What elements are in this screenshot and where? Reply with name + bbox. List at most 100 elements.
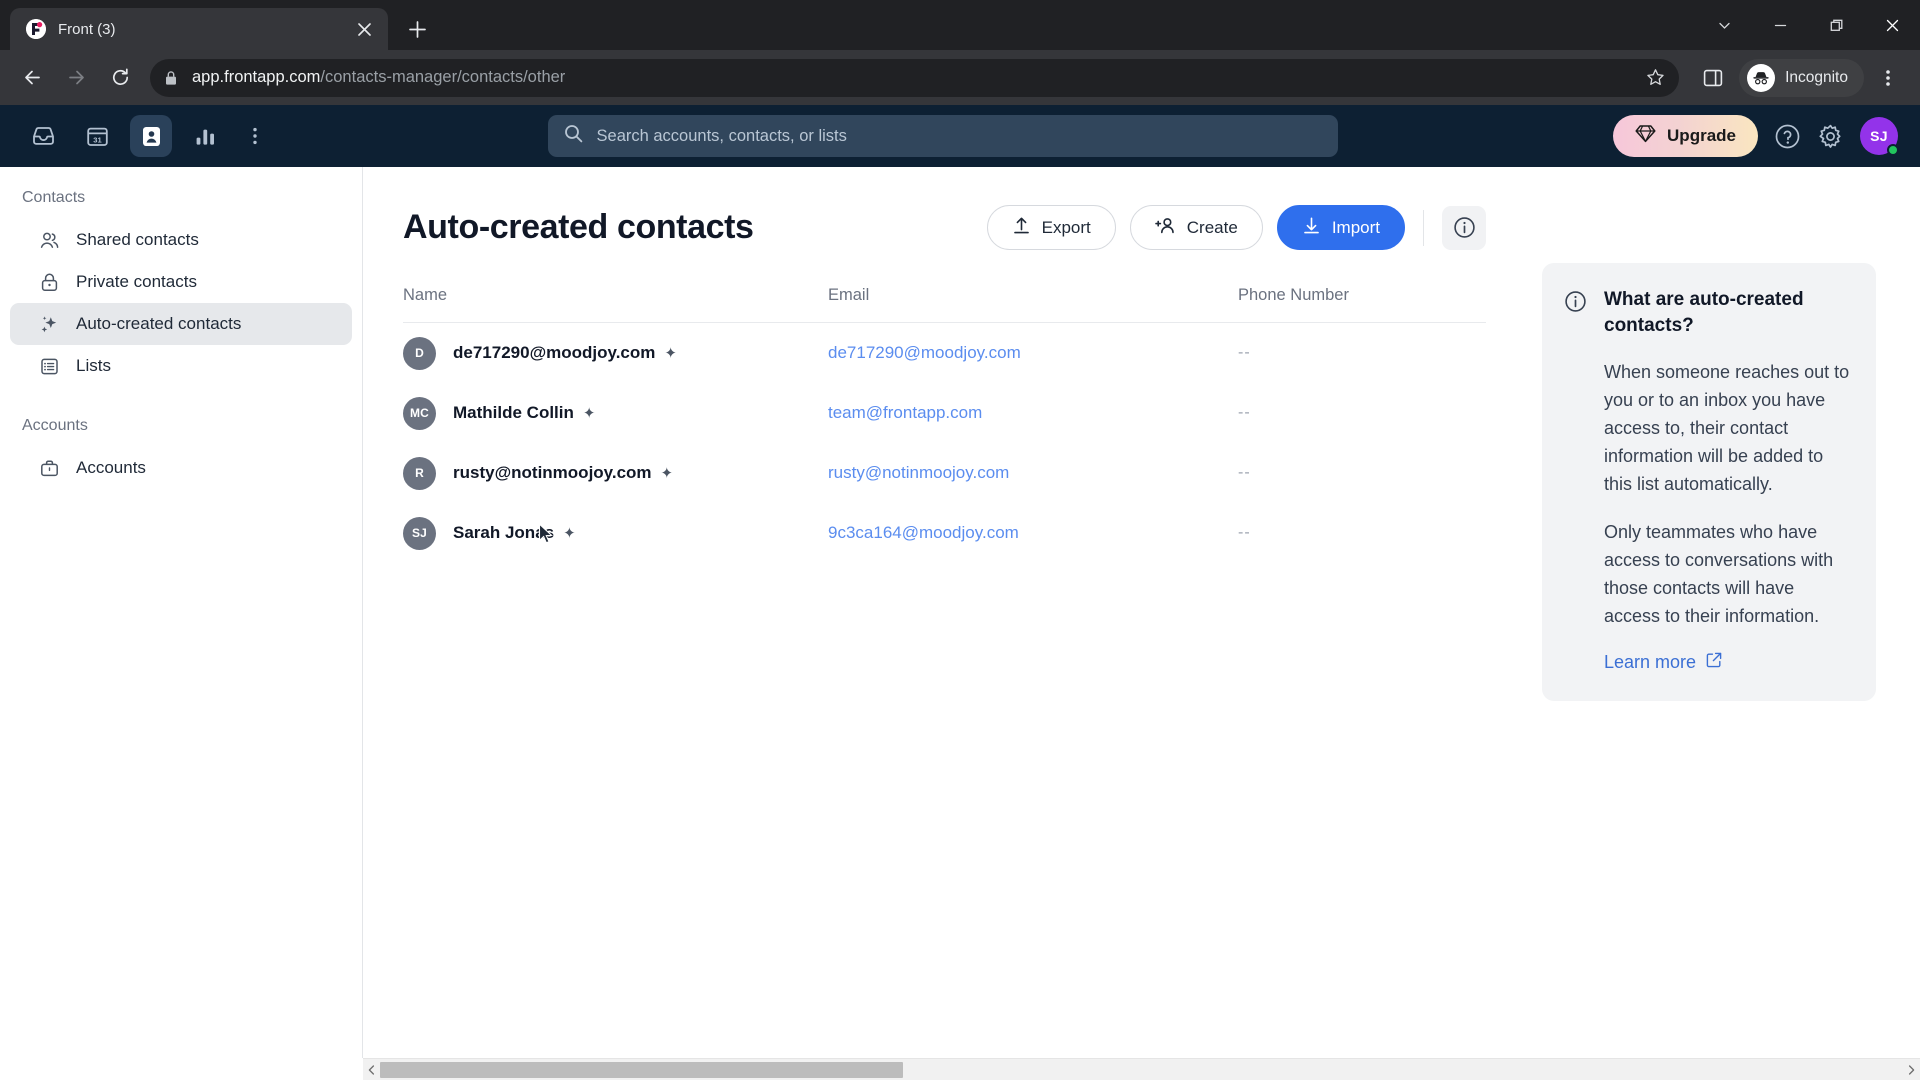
address-host: app.frontapp.com: [192, 68, 321, 86]
avatar: D: [403, 336, 436, 370]
gear-icon[interactable]: [1817, 123, 1844, 150]
contact-email[interactable]: rusty@notinmoojoy.com: [828, 463, 1009, 483]
search-wrapper: Search accounts, contacts, or lists: [272, 115, 1613, 157]
info-panel-paragraph-1: When someone reaches out to you or to an…: [1604, 362, 1850, 494]
browser-window: Front (3) app.frontapp.com/contacts-mana…: [0, 0, 1920, 1080]
info-toggle-button[interactable]: [1442, 205, 1486, 250]
bookmark-star-icon[interactable]: [1646, 68, 1665, 87]
browser-tab[interactable]: Front (3): [10, 8, 388, 50]
sparkles-icon: ✦: [664, 345, 677, 362]
sidebar-item-label: Shared contacts: [76, 230, 199, 249]
column-header-phone[interactable]: Phone Number: [1238, 286, 1486, 305]
table-row[interactable]: MC Mathilde Collin ✦ team@frontapp.com -…: [403, 383, 1486, 443]
tab-close-icon[interactable]: [352, 17, 376, 41]
nav-analytics-icon[interactable]: [184, 115, 226, 157]
create-label: Create: [1186, 217, 1238, 237]
import-label: Import: [1331, 217, 1380, 237]
learn-more-label: Learn more: [1604, 652, 1697, 673]
export-label: Export: [1041, 217, 1091, 237]
lock-icon: [164, 70, 178, 86]
sidebar-item-label: Private contacts: [76, 272, 197, 291]
sidebar-item-label: Auto-created contacts: [76, 314, 242, 333]
app-nav-icons: 31: [22, 115, 272, 157]
scrollbar-thumb[interactable]: [380, 1061, 903, 1078]
sidebar-item-auto-created-contacts[interactable]: Auto-created contacts: [10, 303, 352, 345]
info-circle-icon: [1564, 290, 1588, 339]
upgrade-button[interactable]: Upgrade: [1613, 115, 1758, 157]
incognito-indicator[interactable]: Incognito: [1739, 58, 1864, 97]
avatar: SJ: [403, 516, 436, 550]
nav-contacts-icon[interactable]: [130, 115, 172, 157]
scrollbar-track[interactable]: [380, 1058, 1103, 1080]
maximize-icon[interactable]: [1808, 2, 1864, 48]
contact-email[interactable]: de717290@moodjoy.com: [828, 343, 1021, 363]
column-header-name[interactable]: Name: [403, 286, 828, 305]
reload-icon[interactable]: [100, 58, 140, 98]
nav-more-icon[interactable]: [238, 115, 272, 157]
global-search-input[interactable]: Search accounts, contacts, or lists: [547, 115, 1338, 157]
info-panel-column: What are auto-created contacts? When som…: [1520, 167, 1920, 1058]
sparkles-icon: ✦: [582, 405, 596, 422]
people-icon: [38, 230, 60, 251]
horizontal-scrollbar[interactable]: [363, 1058, 1920, 1080]
export-button[interactable]: Export: [986, 205, 1116, 250]
new-tab-button[interactable]: [400, 12, 434, 46]
lock-icon: [38, 272, 60, 293]
chevron-down-icon[interactable]: [1696, 2, 1752, 48]
learn-more-link[interactable]: Learn more: [1564, 652, 1850, 673]
front-app: 31 Search accounts, contacts, or lists U…: [0, 105, 1920, 1080]
table-row[interactable]: SJ Sarah Jonas ✦ 9c3ca164@moodjoy.com --: [403, 503, 1486, 563]
table-row[interactable]: D de717290@moodjoy.com ✦ de717290@moodjo…: [403, 323, 1486, 383]
nav-inbox-icon[interactable]: [22, 115, 64, 157]
window-close-icon[interactable]: [1864, 2, 1920, 48]
sidebar-item-lists[interactable]: Lists: [10, 345, 352, 387]
person-plus-icon: [1154, 216, 1176, 240]
address-bar[interactable]: app.frontapp.com/contacts-manager/contac…: [150, 58, 1680, 97]
action-divider: [1423, 209, 1424, 246]
contact-email[interactable]: 9c3ca164@moodjoy.com: [828, 523, 1019, 543]
minimize-icon[interactable]: [1752, 2, 1808, 48]
import-button[interactable]: Import: [1276, 205, 1405, 250]
window-controls: [1696, 0, 1920, 50]
sidebar-section-accounts-label: Accounts: [22, 417, 88, 434]
contact-name: de717290@moodjoy.com: [453, 343, 656, 362]
help-circle-icon[interactable]: [1774, 123, 1801, 150]
contact-email[interactable]: team@frontapp.com: [828, 403, 982, 423]
create-button[interactable]: Create: [1129, 205, 1263, 250]
side-panel-icon[interactable]: [1693, 58, 1733, 98]
avatar-initials: SJ: [1870, 128, 1888, 144]
chevron-right-icon[interactable]: [1903, 1058, 1920, 1080]
contact-phone: --: [1238, 344, 1251, 361]
chevron-left-icon[interactable]: [363, 1058, 380, 1080]
page-header: Auto-created contacts Export Create Impo…: [403, 205, 1520, 250]
table-header-row: Name Email Phone Number: [403, 286, 1486, 323]
address-path: /contacts-manager/contacts/other: [320, 68, 566, 86]
external-link-icon: [1706, 652, 1722, 673]
table-row[interactable]: R rusty@notinmoojoy.com ✦ rusty@notinmoo…: [403, 443, 1486, 503]
avatar: MC: [403, 396, 436, 430]
contact-phone: --: [1238, 464, 1251, 481]
contact-phone: --: [1238, 524, 1251, 541]
avatar: R: [403, 456, 436, 490]
search-icon: [564, 124, 583, 148]
sidebar-item-accounts[interactable]: Accounts: [10, 447, 352, 489]
more-vertical-icon[interactable]: [1868, 58, 1908, 98]
search-placeholder: Search accounts, contacts, or lists: [596, 126, 847, 145]
download-icon: [1302, 216, 1321, 240]
sidebar-item-label: Lists: [76, 356, 111, 375]
briefcase-icon: [38, 458, 60, 479]
browser-toolbar: app.frontapp.com/contacts-manager/contac…: [0, 50, 1920, 105]
front-favicon-icon: [26, 19, 46, 39]
back-arrow-icon[interactable]: [12, 58, 52, 98]
app-header: 31 Search accounts, contacts, or lists U…: [0, 105, 1920, 167]
sparkles-icon: ✦: [563, 525, 576, 542]
sidebar-item-private-contacts[interactable]: Private contacts: [10, 261, 352, 303]
forward-arrow-icon[interactable]: [56, 58, 96, 98]
column-header-email[interactable]: Email: [828, 286, 1238, 305]
nav-calendar-icon[interactable]: 31: [76, 115, 118, 157]
app-header-right: Upgrade SJ: [1613, 115, 1899, 157]
sidebar: Contacts Shared contacts Private contact…: [0, 167, 363, 1058]
user-avatar[interactable]: SJ: [1860, 117, 1899, 156]
sidebar-item-shared-contacts[interactable]: Shared contacts: [10, 219, 352, 261]
contact-name: rusty@notinmoojoy.com: [453, 463, 652, 482]
